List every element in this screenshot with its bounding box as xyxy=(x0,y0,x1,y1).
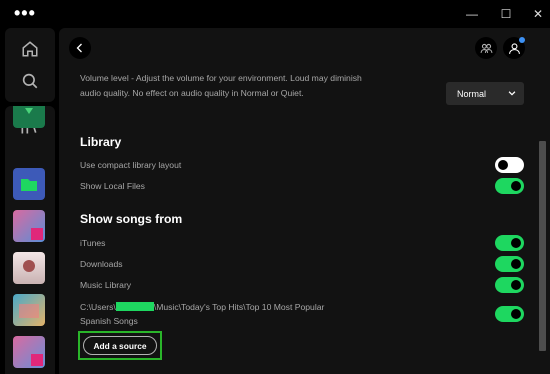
sidebar-nav xyxy=(5,28,55,102)
notification-dot xyxy=(519,37,525,43)
playlist-thumbnail[interactable] xyxy=(13,294,45,326)
local-files-thumbnail[interactable] xyxy=(13,168,45,200)
volume-level-value: Normal xyxy=(457,88,487,99)
close-button[interactable]: ✕ xyxy=(521,0,550,28)
search-icon[interactable] xyxy=(19,70,41,92)
source-music-library-toggle[interactable] xyxy=(495,277,524,293)
source-downloads-label: Downloads xyxy=(80,259,123,269)
show-songs-from-title: Show songs from xyxy=(80,212,183,226)
playlist-thumbnail[interactable] xyxy=(13,210,45,242)
profile-button[interactable] xyxy=(503,37,525,59)
show-local-files-toggle[interactable] xyxy=(495,178,524,194)
sidebar-library xyxy=(5,106,55,374)
playlist-thumbnail[interactable] xyxy=(13,336,45,368)
playlist-thumbnail[interactable] xyxy=(13,106,45,128)
volume-level-description: Volume level - Adjust the volume for you… xyxy=(80,73,362,98)
friend-activity-button[interactable] xyxy=(475,37,497,59)
settings-panel: Volume level - Adjust the volume for you… xyxy=(59,28,550,374)
highlight-box: Add a source xyxy=(78,331,162,360)
chevron-down-icon xyxy=(508,91,516,96)
scrollbar-thumb[interactable] xyxy=(539,141,546,351)
show-local-files-label: Show Local Files xyxy=(80,181,145,191)
source-itunes-label: iTunes xyxy=(80,238,106,248)
custom-source-toggle[interactable] xyxy=(495,306,524,322)
user-icon xyxy=(508,42,520,54)
title-bar: ••• — ☐ ✕ xyxy=(0,0,550,28)
volume-level-select[interactable]: Normal xyxy=(446,82,524,105)
source-music-library-label: Music Library xyxy=(80,280,132,290)
home-icon[interactable] xyxy=(19,38,41,60)
add-source-button[interactable]: Add a source xyxy=(83,336,157,355)
compact-layout-toggle[interactable] xyxy=(495,157,524,173)
redacted-username xyxy=(115,302,154,311)
minimize-button[interactable]: — xyxy=(455,0,489,28)
friends-icon xyxy=(480,43,492,53)
custom-source-path: C:\Users\ \Music\Today's Top Hits\Top 10 … xyxy=(80,302,325,326)
compact-layout-label: Use compact library layout xyxy=(80,160,182,170)
chevron-left-icon xyxy=(76,43,82,53)
library-section-title: Library xyxy=(80,135,122,149)
source-downloads-toggle[interactable] xyxy=(495,256,524,272)
album-thumbnail[interactable] xyxy=(13,252,45,284)
back-button[interactable] xyxy=(69,37,91,59)
source-itunes-toggle[interactable] xyxy=(495,235,524,251)
app-menu-icon[interactable]: ••• xyxy=(14,3,36,24)
maximize-button[interactable]: ☐ xyxy=(489,0,523,28)
